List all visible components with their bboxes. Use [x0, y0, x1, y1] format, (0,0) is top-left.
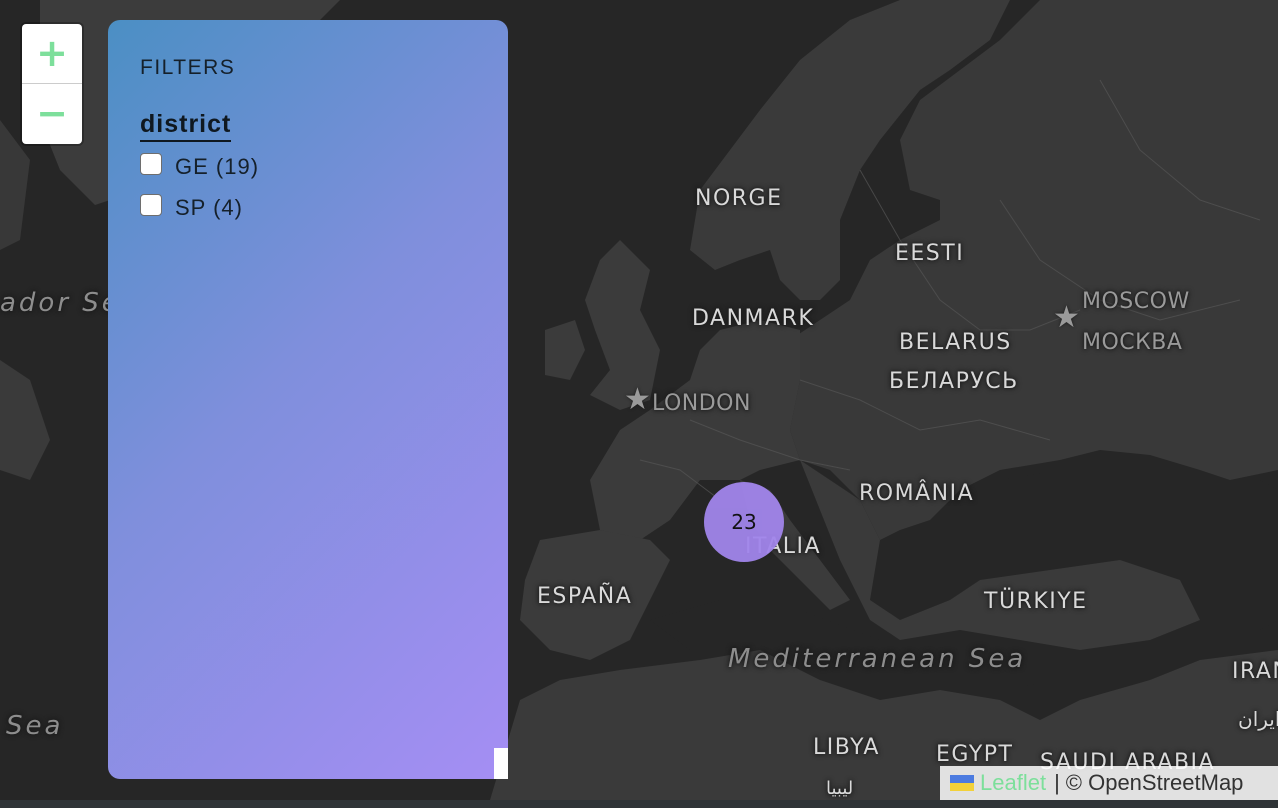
marker-cluster[interactable]: 23: [704, 482, 784, 562]
country-label-turkey: TÜRKIYE: [984, 589, 1088, 614]
filter-option-sp[interactable]: SP (4): [140, 187, 476, 228]
country-label-egypt: EGYPT: [936, 742, 1014, 767]
country-label-norway: NORGE: [695, 186, 783, 211]
city-label-moscow-cyrillic: МОСКВА: [1082, 330, 1183, 355]
zoom-in-button[interactable]: +: [22, 24, 82, 84]
capital-star-icon: ★: [624, 382, 651, 417]
zoom-out-button[interactable]: −: [22, 84, 82, 143]
filter-option-label: GE (19): [175, 153, 260, 179]
ukraine-flag-icon: [950, 775, 974, 791]
filters-title: FILTERS: [140, 56, 236, 79]
country-label-spain: ESPAÑA: [537, 584, 633, 609]
country-label-denmark: DANMARK: [692, 306, 815, 331]
city-label-moscow: MOSCOW: [1082, 289, 1190, 314]
country-label-belarus-cyrillic: БЕЛАРУСЬ: [889, 369, 1019, 394]
country-label-libya-arabic: ليبيا: [826, 778, 854, 799]
bottom-strip: [0, 800, 1278, 808]
attribution-separator: |: [1054, 770, 1060, 795]
capital-star-icon: ★: [1053, 300, 1080, 335]
zoom-control: + −: [22, 24, 82, 144]
country-label-romania: ROMÂNIA: [859, 481, 975, 506]
osm-attribution-link[interactable]: © OpenStreetMap: [1066, 770, 1244, 796]
map-attribution: Leaflet | © OpenStreetMap: [940, 766, 1278, 800]
filters-panel: FILTERS district GE (19) SP (4): [108, 20, 508, 779]
filter-option-ge[interactable]: GE (19): [140, 146, 476, 187]
country-label-belarus: BELARUS: [899, 330, 1012, 355]
country-label-estonia: EESTI: [895, 241, 965, 266]
city-label-london: LONDON: [652, 391, 751, 416]
sea-label-left: Sea: [6, 711, 64, 741]
panel-resize-handle[interactable]: [494, 748, 508, 779]
country-label-iran: IRAN: [1232, 659, 1278, 684]
filter-option-label: SP (4): [175, 194, 243, 220]
cluster-count: 23: [731, 510, 757, 534]
filter-checkbox-ge[interactable]: [140, 152, 162, 175]
map-canvas[interactable]: ador Sea Sea Mediterranean Sea NORGE EES…: [0, 0, 1278, 800]
mediterranean-sea-label: Mediterranean Sea: [728, 644, 1027, 674]
country-label-libya: LIBYA: [813, 735, 880, 760]
leaflet-link[interactable]: Leaflet: [980, 770, 1046, 796]
filter-group-title: district: [140, 110, 232, 142]
country-label-iran-arabic: ایران: [1238, 707, 1278, 731]
filter-checkbox-sp[interactable]: [140, 193, 162, 216]
